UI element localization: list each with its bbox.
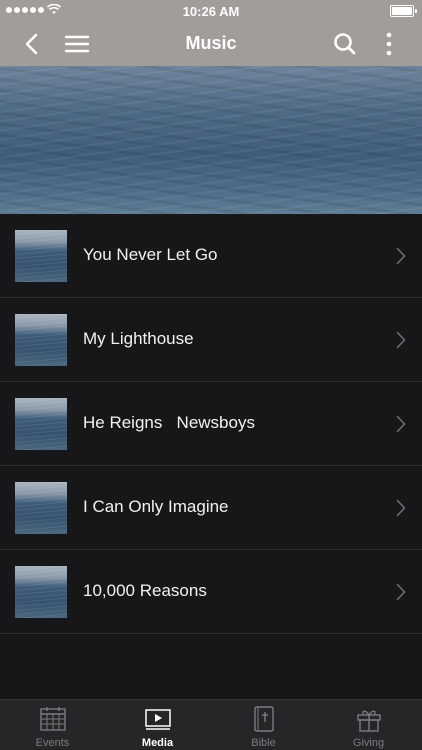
tab-label: Giving — [352, 737, 385, 749]
tab-label: Bible — [251, 737, 276, 749]
chevron-right-icon — [396, 331, 406, 349]
list-item[interactable]: He Reigns Newsboys — [0, 382, 422, 466]
chevron-right-icon — [396, 499, 406, 517]
item-title: I Can Only Imagine — [83, 497, 229, 516]
tab-label: Events — [35, 737, 70, 749]
navigation-bar: Music — [0, 22, 422, 66]
header-image-ocean — [0, 66, 422, 214]
tab-events[interactable]: Events — [0, 700, 105, 750]
more-options-button[interactable] — [375, 30, 403, 58]
list-item[interactable]: I Can Only Imagine — [0, 466, 422, 550]
status-bar: 10:26 AM — [0, 0, 422, 22]
search-button[interactable] — [331, 30, 359, 58]
list-item[interactable]: My Lighthouse — [0, 298, 422, 382]
item-title: He Reigns Newsboys — [83, 413, 255, 432]
gift-icon — [356, 710, 381, 732]
search-icon — [334, 33, 356, 55]
list-item[interactable]: You Never Let Go — [0, 214, 422, 298]
item-thumbnail — [15, 566, 67, 618]
item-title: 10,000 Reasons — [83, 581, 207, 600]
battery-icon — [390, 5, 417, 17]
chevron-right-icon — [396, 415, 406, 433]
chevron-right-icon — [396, 583, 406, 601]
item-thumbnail — [15, 482, 67, 534]
tab-giving[interactable]: Giving — [316, 700, 421, 750]
status-time: 10:26 AM — [182, 4, 240, 19]
tab-bar: Events Media Bible Giving — [0, 699, 422, 750]
chevron-right-icon — [396, 247, 406, 265]
calendar-icon — [39, 707, 66, 731]
tab-label: Media — [141, 737, 174, 749]
list-item[interactable]: 10,000 Reasons — [0, 550, 422, 634]
item-thumbnail — [15, 230, 67, 282]
bible-icon — [253, 706, 274, 732]
tab-bible[interactable]: Bible — [211, 700, 316, 750]
item-title: My Lighthouse — [83, 329, 194, 348]
play-icon — [144, 709, 171, 730]
music-list: You Never Let Go My Lighthouse He Reigns… — [0, 214, 422, 634]
tab-media[interactable]: Media — [105, 700, 210, 750]
item-thumbnail — [15, 314, 67, 366]
item-thumbnail — [15, 398, 67, 450]
item-title: You Never Let Go — [83, 245, 218, 264]
more-vertical-icon — [386, 32, 392, 56]
